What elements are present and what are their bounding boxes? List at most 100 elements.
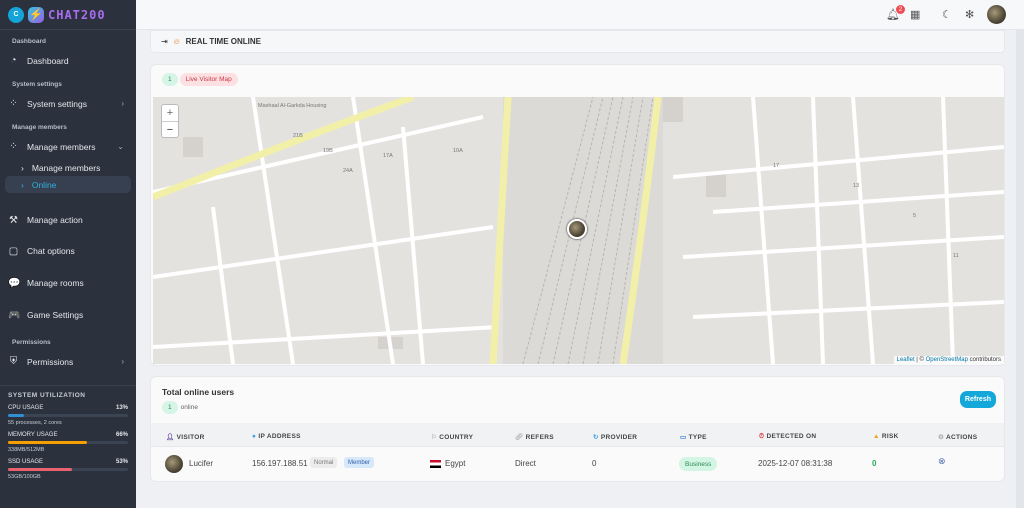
type-badge: Business — [679, 457, 718, 471]
clock-icon: ⏰︎ — [759, 433, 765, 440]
detected-on: 2025-12-07 08:31:38 — [758, 459, 833, 468]
sidebar-item-system-settings[interactable]: ⁘ System settings › — [0, 91, 136, 116]
link-icon: 🔗︎ — [515, 434, 524, 441]
remove-icon[interactable]: ⊗ — [938, 456, 946, 467]
grid-icon: ⁘ — [9, 98, 18, 109]
section-label: Manage members — [12, 124, 67, 131]
warning-icon: ▲ — [873, 433, 880, 440]
user-icon: 👤︎ — [166, 434, 175, 441]
col-visitor: 👤︎ VISITOR — [166, 433, 205, 441]
logo[interactable]: C ⚡ CHAT200 — [0, 0, 136, 30]
gauge-icon: ◔ — [10, 55, 17, 66]
live-visitor-map[interactable]: Mashaal Al-Garkda Housing 21B 19B 24A 17A 10… — [153, 97, 1004, 364]
attribution-sep: | © — [914, 357, 926, 363]
sidebar-subitem-manage-members[interactable]: › Manage members — [5, 159, 131, 176]
brand-initial: C — [8, 6, 24, 23]
col-actions: ⚙ ACTIONS — [938, 433, 977, 441]
svg-text:19B: 19B — [323, 148, 333, 154]
leaflet-link[interactable]: Leaflet — [897, 357, 915, 363]
globe-icon: ● — [252, 433, 257, 440]
ssd-bar-fill — [8, 468, 72, 471]
online-label: online — [180, 404, 198, 411]
cpu-label: CPU USAGE — [8, 405, 44, 411]
member-badge: Member — [344, 457, 375, 468]
grid-icon: ⁘ — [9, 141, 18, 152]
cpu-note: 55 processes, 2 cores — [8, 420, 62, 426]
zoom-out-button[interactable]: − — [162, 122, 178, 138]
refresh-button[interactable]: Refresh — [959, 391, 996, 408]
sidebar-item-manage-rooms[interactable]: 💬 Manage rooms — [0, 267, 136, 299]
svg-text:11: 11 — [953, 253, 959, 259]
sidebar-item-manage-action[interactable]: ⚒ Manage action — [0, 205, 136, 235]
topbar: 🔔︎ 2 ▦ ☾ ✻ — [136, 0, 1024, 30]
refers: Direct — [515, 459, 536, 468]
sidebar: C ⚡ CHAT200 Dashboard ◔ Dashboard System … — [0, 0, 136, 508]
bolt-icon: ⚡ — [28, 6, 44, 23]
label: COUNTRY — [439, 434, 474, 441]
col-detected: ⏰︎ DETECTED ON — [759, 433, 816, 441]
label: VISITOR — [176, 434, 205, 441]
memory-bar — [8, 441, 128, 444]
normal-badge: Normal — [310, 457, 338, 468]
svg-text:21B: 21B — [293, 133, 303, 139]
ip-address: 156.197.188.51 — [252, 459, 308, 468]
chat-icon: ▢ — [8, 245, 19, 257]
col-type: ▭ TYPE — [680, 433, 707, 441]
notification-count: 2 — [895, 5, 905, 14]
gavel-icon: ⚒ — [9, 214, 18, 226]
label: Online — [31, 179, 57, 190]
speech-bubble-icon: 💬 — [8, 277, 21, 289]
sidebar-item-game-settings[interactable]: 🎮 Game Settings — [0, 299, 136, 331]
cpu-bar — [8, 414, 128, 417]
sidebar-item-chat-options[interactable]: ▢ Chat options — [0, 235, 136, 267]
utilization-title: SYSTEM UTILIZATION — [8, 392, 86, 399]
osm-link[interactable]: OpenStreetMap — [926, 357, 968, 363]
label: REFERS — [525, 434, 554, 441]
notification-bell-icon[interactable]: 🔔︎ 2 — [886, 5, 905, 21]
label: PROVIDER — [600, 434, 638, 441]
brand-name: CHAT200 — [48, 7, 106, 22]
fire-icon: 🔥︎ — [173, 36, 180, 46]
moon-icon[interactable]: ☾ — [942, 8, 952, 21]
visitor-marker[interactable] — [567, 219, 587, 239]
svg-text:24A: 24A — [343, 168, 353, 174]
visitor-avatar — [165, 455, 183, 473]
country: Egypt — [445, 459, 466, 468]
zoom-in-button[interactable]: + — [162, 105, 178, 122]
sidebar-subitem-online[interactable]: › Online — [5, 176, 131, 193]
apps-grid-icon[interactable]: ▦ — [910, 8, 920, 21]
shield-icon: ⛨ — [9, 356, 18, 367]
col-ip: ● IP ADDRESS — [252, 433, 301, 440]
collapse-icon[interactable]: ⇥ — [161, 37, 168, 46]
sidebar-item-manage-members[interactable]: ⁘ Manage members ⌄ — [0, 134, 136, 159]
ssd-value: 53% — [115, 459, 128, 465]
label: ACTIONS — [946, 434, 978, 441]
cpu-value: 13% — [115, 405, 128, 411]
label: IP ADDRESS — [258, 433, 301, 440]
label: DETECTED ON — [766, 433, 817, 440]
col-provider: ↻ PROVIDER — [593, 433, 637, 441]
section-label: Permissions — [12, 339, 51, 346]
label: TYPE — [688, 434, 707, 441]
scrollbar[interactable] — [1016, 30, 1024, 508]
table-title: Total online users — [162, 387, 235, 397]
gear-icon: ⚙ — [938, 434, 945, 441]
refresh-icon: ↻ — [593, 434, 599, 441]
label: Manage members — [27, 141, 96, 152]
ssd-bar — [8, 468, 128, 471]
risk-score: 0 — [872, 459, 877, 468]
svg-text:13: 13 — [853, 183, 859, 189]
visitor-name[interactable]: Lucifer — [189, 459, 213, 468]
chevron-right-icon: › — [121, 357, 124, 366]
visitor-count-badge: 1 — [162, 73, 178, 86]
label: Dashboard — [27, 55, 69, 66]
map-card: 1 Live Visitor Map Mashaal Al-Garkda Hou… — [150, 64, 1005, 366]
label: Manage action — [27, 215, 83, 225]
sidebar-item-dashboard[interactable]: ◔ Dashboard — [0, 48, 136, 73]
sidebar-item-permissions[interactable]: ⛨ Permissions › — [0, 349, 136, 374]
settings-icon[interactable]: ✻ — [965, 8, 974, 21]
user-avatar[interactable] — [987, 5, 1006, 24]
provider: 0 — [592, 459, 597, 468]
cpu-bar-fill — [8, 414, 24, 417]
col-risk: ▲ RISK — [873, 433, 899, 440]
